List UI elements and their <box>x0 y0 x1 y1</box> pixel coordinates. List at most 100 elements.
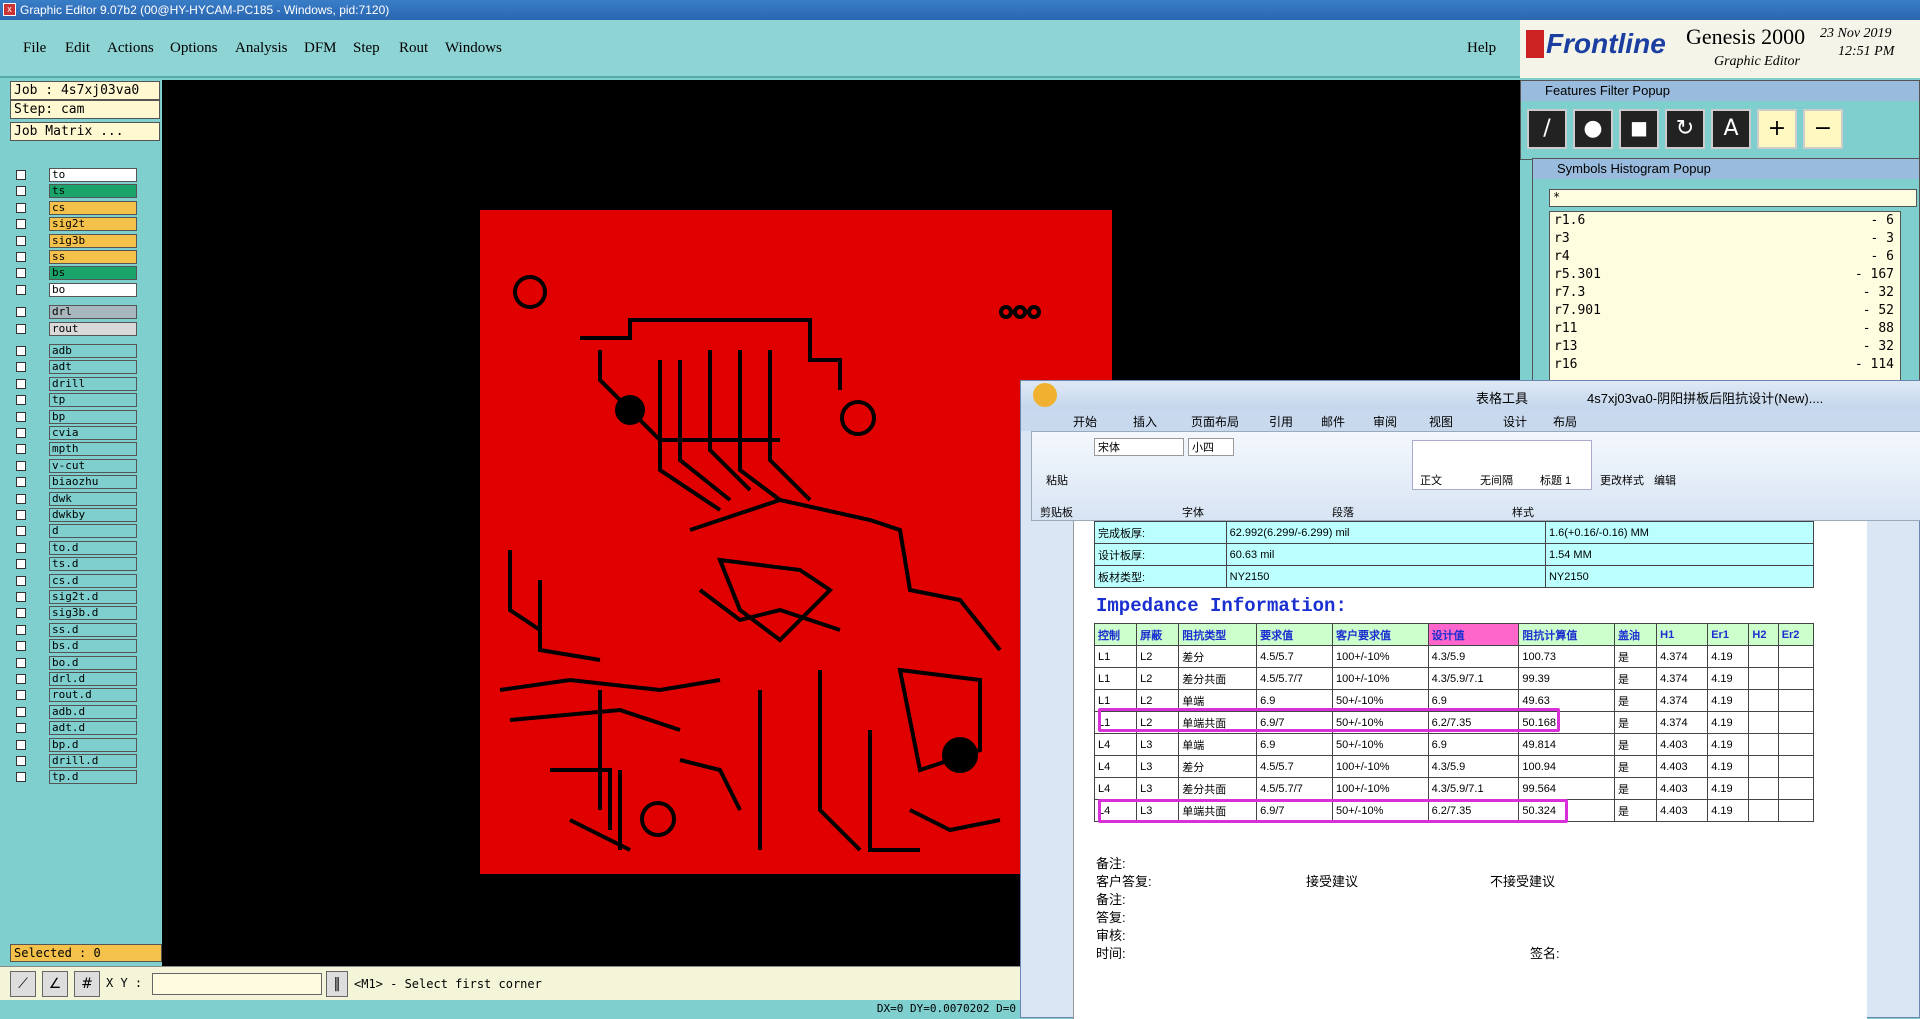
layer-checkbox[interactable] <box>16 575 26 586</box>
layer-row-mpth[interactable]: mpth <box>14 442 140 457</box>
layer-name[interactable]: adt.d <box>49 721 137 736</box>
ribbon-tab[interactable]: 审阅 <box>1373 413 1397 430</box>
add-filter-icon[interactable]: + <box>1757 109 1797 149</box>
layer-row-bs.d[interactable]: bs.d <box>14 639 140 654</box>
change-styles-button[interactable]: 更改样式 <box>1600 472 1644 488</box>
edit-button[interactable]: 编辑 <box>1654 472 1676 488</box>
layer-row-adt[interactable]: adt <box>14 360 140 375</box>
layer-name[interactable]: cs.d <box>49 573 137 588</box>
layer-checkbox[interactable] <box>16 592 26 602</box>
ribbon-tab[interactable]: 页面布局 <box>1191 413 1239 430</box>
menu-rout[interactable]: Rout <box>399 40 428 57</box>
menu-edit[interactable]: Edit <box>65 40 90 57</box>
layer-row-adb[interactable]: adb <box>14 344 140 358</box>
layer-name[interactable]: sig3b <box>49 233 137 248</box>
font-name-select[interactable]: 宋体 <box>1094 438 1184 456</box>
layer-row-rout[interactable]: rout <box>14 321 140 336</box>
layer-name[interactable]: sig3b.d <box>49 606 137 621</box>
layer-row-biaozhu[interactable]: biaozhu <box>14 475 140 490</box>
layer-name[interactable]: to.d <box>49 540 137 555</box>
symbol-row[interactable]: r5.301 - 167 <box>1550 266 1900 284</box>
layer-row-sig3b.d[interactable]: sig3b.d <box>14 606 140 621</box>
layer-name[interactable]: adt <box>49 360 137 375</box>
layer-checkbox[interactable] <box>16 411 26 422</box>
layer-row-ss[interactable]: ss <box>14 250 140 264</box>
pause-icon[interactable]: ‖ <box>326 971 348 997</box>
layer-checkbox[interactable] <box>16 460 26 471</box>
layer-row-cs[interactable]: cs <box>14 200 140 215</box>
layer-checkbox[interactable] <box>16 559 26 570</box>
layer-checkbox[interactable] <box>16 268 26 279</box>
layer-checkbox[interactable] <box>16 378 26 389</box>
layer-name[interactable]: sig2t <box>49 217 137 232</box>
layer-checkbox[interactable] <box>16 186 26 197</box>
layer-name[interactable]: drill <box>49 376 137 391</box>
layer-name[interactable]: v-cut <box>49 458 137 473</box>
layer-name[interactable]: tp.d <box>49 770 137 785</box>
layer-checkbox[interactable] <box>16 510 26 520</box>
menu-options[interactable]: Options <box>170 40 218 57</box>
menu-analysis[interactable]: Analysis <box>235 40 288 57</box>
layer-checkbox[interactable] <box>16 526 26 537</box>
layer-checkbox[interactable] <box>16 723 26 734</box>
layer-checkbox[interactable] <box>16 608 26 619</box>
arc-filter-icon[interactable]: ↻ <box>1665 109 1705 149</box>
layer-name[interactable]: to <box>49 168 137 182</box>
office-button-icon[interactable] <box>1033 383 1057 407</box>
layer-name[interactable]: sig2t.d <box>49 590 137 604</box>
layer-name[interactable]: bo.d <box>49 655 137 670</box>
paste-button[interactable]: 粘贴 <box>1046 472 1068 488</box>
layer-checkbox[interactable] <box>16 657 26 668</box>
layer-checkbox[interactable] <box>16 170 26 180</box>
layer-checkbox[interactable] <box>16 756 26 766</box>
menu-step[interactable]: Step <box>353 40 380 57</box>
menu-file[interactable]: File <box>23 40 46 57</box>
layer-name[interactable]: ts <box>49 184 137 199</box>
layer-row-bs[interactable]: bs <box>14 266 140 281</box>
layer-checkbox[interactable] <box>16 477 26 488</box>
layer-checkbox[interactable] <box>16 444 26 455</box>
surface-filter-icon[interactable]: ◼ <box>1619 109 1659 149</box>
layer-checkbox[interactable] <box>16 641 26 652</box>
layer-row-dwkby[interactable]: dwkby <box>14 508 140 522</box>
layer-row-ts[interactable]: ts <box>14 184 140 199</box>
xy-input[interactable] <box>152 973 322 995</box>
ribbon-tab[interactable]: 设计 <box>1503 413 1527 430</box>
ribbon-tab[interactable]: 开始 <box>1073 413 1097 430</box>
layer-row-dwk[interactable]: dwk <box>14 491 140 506</box>
layer-row-bo[interactable]: bo <box>14 282 140 297</box>
layer-checkbox[interactable] <box>16 706 26 717</box>
symbol-list[interactable]: r1.6 - 6 r3 - 3 r4 - 6 r5.301 - 167 r7.3 - 32 r7.9… <box>1549 211 1901 383</box>
layer-name[interactable]: bp <box>49 409 137 424</box>
menu-windows[interactable]: Windows <box>445 40 502 57</box>
layer-checkbox[interactable] <box>16 219 26 230</box>
menu-dfm[interactable]: DFM <box>304 40 337 57</box>
layer-row-to.d[interactable]: to.d <box>14 540 140 555</box>
layer-row-to[interactable]: to <box>14 168 140 182</box>
layer-name[interactable]: adb <box>49 344 137 358</box>
grid-tool-icon[interactable]: # <box>74 971 100 997</box>
layer-row-tp.d[interactable]: tp.d <box>14 770 140 785</box>
symbol-row[interactable]: r3 - 3 <box>1550 230 1900 248</box>
symbol-row[interactable]: r13 - 32 <box>1550 338 1900 356</box>
layer-row-sig3b[interactable]: sig3b <box>14 233 140 248</box>
layer-name[interactable]: bo <box>49 282 137 297</box>
symbol-row[interactable]: r7.901 - 52 <box>1550 302 1900 320</box>
layer-row-bp.d[interactable]: bp.d <box>14 737 140 752</box>
layer-name[interactable]: rout <box>49 321 137 336</box>
layer-name[interactable]: adb.d <box>49 704 137 719</box>
layer-row-bo.d[interactable]: bo.d <box>14 655 140 670</box>
symbol-row[interactable]: r7.3 - 32 <box>1550 284 1900 302</box>
pcb-board[interactable] <box>480 210 1112 874</box>
layer-name[interactable]: bp.d <box>49 737 137 752</box>
layer-checkbox[interactable] <box>16 323 26 334</box>
layer-row-bp[interactable]: bp <box>14 409 140 424</box>
layer-row-cs.d[interactable]: cs.d <box>14 573 140 588</box>
symbol-row[interactable]: r1.6 - 6 <box>1550 212 1900 230</box>
menu-help[interactable]: Help <box>1467 40 1496 57</box>
layer-checkbox[interactable] <box>16 235 26 246</box>
layer-name[interactable]: mpth <box>49 442 137 457</box>
layer-name[interactable]: drill.d <box>49 754 137 768</box>
layer-row-drl[interactable]: drl <box>14 305 140 320</box>
line-filter-icon[interactable]: / <box>1527 109 1567 149</box>
